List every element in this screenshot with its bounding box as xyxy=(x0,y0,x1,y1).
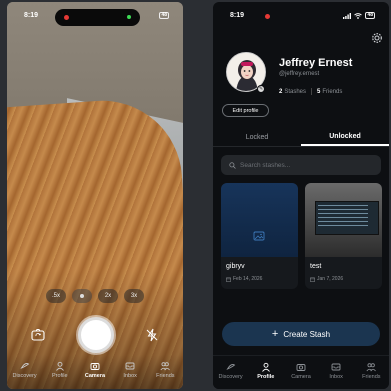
profile-handle: @jeffrey.ernest xyxy=(279,71,320,77)
status-time: 8:19 xyxy=(24,12,39,19)
tab-label: Friends xyxy=(362,374,381,380)
calendar-icon xyxy=(226,277,231,282)
battery-icon: 48 xyxy=(365,12,375,19)
zoom-current-dot-icon xyxy=(80,294,84,298)
stash-title: test xyxy=(310,263,322,270)
stashes-label: Stashes xyxy=(284,88,307,95)
zoom-0-5x-button[interactable]: .5x xyxy=(46,289,66,303)
tab-label: Camera xyxy=(291,374,311,380)
discovery-icon xyxy=(20,363,29,369)
create-stash-button[interactable]: + Create Stash xyxy=(222,322,380,346)
camera-active-icon xyxy=(127,15,131,19)
signal-icon xyxy=(343,12,352,19)
status-icons: 48 xyxy=(343,12,375,19)
stash-date-text: Feb 14, 2026 xyxy=(233,276,263,282)
friends-icon xyxy=(160,362,171,371)
tab-inbox[interactable]: Inbox xyxy=(321,362,351,380)
calendar-icon xyxy=(310,277,315,282)
tab-camera[interactable]: Camera xyxy=(286,362,316,380)
status-bar: 8:19 48 xyxy=(7,2,183,28)
camera-screen: 8:19 48 .5x 2x 3x Discovery Profile Came… xyxy=(7,2,183,389)
search-bar xyxy=(221,155,381,175)
status-icons: 48 xyxy=(159,12,169,19)
tab-discovery[interactable]: Discovery xyxy=(216,362,246,380)
stash-date: Jan 7, 2026 xyxy=(310,276,343,282)
bottom-tab-bar: Discovery Profile Camera Inbox Friends xyxy=(7,355,183,389)
friends-stat[interactable]: 5 Friends xyxy=(317,89,342,95)
tab-label: Friends xyxy=(156,373,175,379)
discovery-icon xyxy=(226,364,235,370)
camera-icon xyxy=(90,363,100,370)
avatar-edit-icon[interactable]: ✎ xyxy=(257,85,265,93)
stashes-stat[interactable]: 2 Stashes xyxy=(279,89,306,95)
recording-indicator-icon xyxy=(64,15,69,20)
stash-date-text: Jan 7, 2026 xyxy=(317,276,344,282)
zoom-2x-button[interactable]: 2x xyxy=(98,289,118,303)
stash-title: gibryv xyxy=(226,263,245,270)
tab-label: Camera xyxy=(84,373,106,379)
tab-inbox[interactable]: Inbox xyxy=(115,361,145,379)
tab-locked[interactable]: Locked xyxy=(213,129,301,146)
friends-count: 5 xyxy=(317,88,321,95)
stash-card[interactable]: gibryv Feb 14, 2026 xyxy=(221,183,298,289)
recording-indicator-icon xyxy=(265,14,270,19)
stash-card[interactable]: test Jan 7, 2026 xyxy=(305,183,382,289)
tab-friends[interactable]: Friends xyxy=(150,361,180,379)
bottom-tab-bar: Discovery Profile Camera Inbox Friends xyxy=(213,355,389,389)
profile-screen: 8:19 48 ✎ Jeffrey Ernest @jeffrey.ernest… xyxy=(213,2,389,389)
tab-discovery[interactable]: Discovery xyxy=(10,361,40,379)
wifi-icon xyxy=(354,12,363,19)
tab-label: Discovery xyxy=(218,374,243,380)
image-placeholder-icon xyxy=(253,231,265,241)
tab-profile[interactable]: Profile xyxy=(251,362,281,380)
stats-divider xyxy=(311,88,313,95)
zoom-1x-button[interactable] xyxy=(72,289,92,303)
stash-date: Feb 14, 2026 xyxy=(226,276,262,282)
plus-icon: + xyxy=(271,328,279,340)
dynamic-island xyxy=(55,9,140,26)
edit-profile-button[interactable]: Edit profile xyxy=(222,104,269,117)
tab-profile[interactable]: Profile xyxy=(45,361,75,379)
stash-thumbnail xyxy=(305,183,382,257)
flip-camera-icon[interactable] xyxy=(31,328,45,342)
profile-icon xyxy=(55,361,64,371)
tab-label: Inbox xyxy=(123,373,137,379)
profile-name: Jeffrey Ernest xyxy=(279,57,353,69)
camera-icon xyxy=(296,364,306,371)
tab-label: Discovery xyxy=(12,373,37,379)
tab-label: Inbox xyxy=(329,374,343,380)
status-time: 8:19 xyxy=(230,12,245,19)
stashes-count: 2 xyxy=(279,88,283,95)
friends-label: Friends xyxy=(322,88,343,95)
stash-visibility-tabs: Locked Unlocked xyxy=(213,129,389,147)
zoom-selector: .5x 2x 3x xyxy=(7,289,183,303)
profile-stats: 2 Stashes 5 Friends xyxy=(279,88,342,95)
tab-unlocked[interactable]: Unlocked xyxy=(301,129,389,146)
inbox-icon xyxy=(125,362,135,370)
tab-camera[interactable]: Camera xyxy=(80,361,110,379)
tab-label: Profile xyxy=(257,374,275,380)
friends-icon xyxy=(366,363,377,372)
tab-friends[interactable]: Friends xyxy=(356,362,386,380)
stash-thumbnail xyxy=(221,183,298,257)
profile-icon xyxy=(261,362,270,372)
search-input[interactable] xyxy=(240,161,370,169)
inbox-icon xyxy=(331,363,341,371)
flash-off-icon[interactable] xyxy=(145,328,159,342)
tab-label: Profile xyxy=(51,373,68,379)
battery-icon: 48 xyxy=(159,12,169,19)
settings-gear-icon[interactable] xyxy=(371,32,383,44)
create-stash-label: Create Stash xyxy=(283,329,331,339)
search-icon xyxy=(229,161,236,169)
thumbnail-code-lines xyxy=(318,205,368,227)
status-bar: 8:19 48 xyxy=(213,2,389,28)
shutter-button[interactable] xyxy=(78,317,114,353)
zoom-3x-button[interactable]: 3x xyxy=(124,289,144,303)
